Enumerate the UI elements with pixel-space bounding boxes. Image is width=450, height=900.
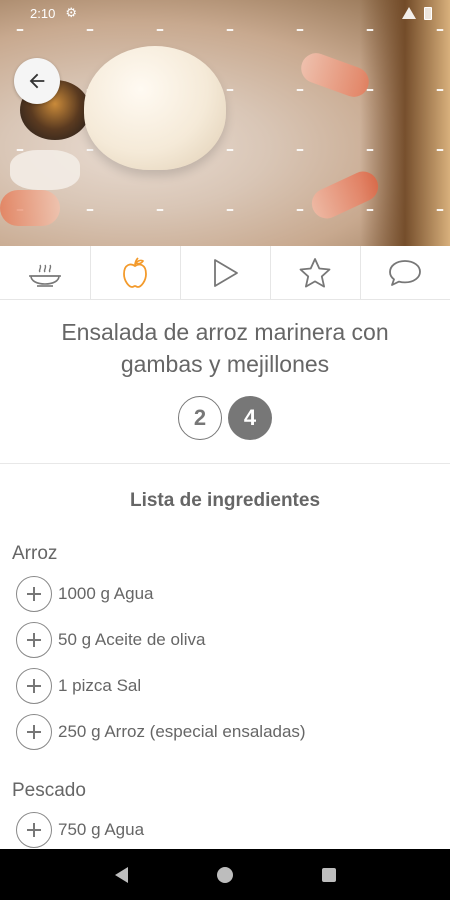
servings-selector: 2 4 — [0, 396, 450, 440]
ingredient-text: 1000 g Agua — [58, 584, 154, 603]
nav-back-icon[interactable] — [114, 866, 128, 883]
tab-play[interactable] — [180, 246, 270, 299]
ingredient-text: 1 pizca Sal — [58, 676, 142, 695]
wifi-icon — [402, 7, 416, 19]
arrow-left-icon — [29, 73, 45, 89]
ingredient-text: 250 g Arroz (especial ensaladas) — [58, 722, 306, 741]
tab-ingredients[interactable] — [90, 246, 180, 299]
tab-comments[interactable] — [360, 246, 450, 299]
servings-option-4[interactable]: 4 — [228, 396, 272, 440]
recipe-title: Ensalada de arroz marinera con gambas y … — [61, 319, 389, 377]
section-heading-arroz: Arroz — [12, 543, 58, 564]
tab-favorite[interactable] — [270, 246, 360, 299]
ingredient-row: 750 g Agua — [16, 812, 144, 848]
ingredient-row: 50 g Aceite de oliva — [16, 622, 205, 658]
servings-option-2[interactable]: 2 — [178, 396, 222, 440]
status-bar: 2:10 ⚙ — [0, 0, 450, 26]
recipe-hero-image — [0, 0, 450, 246]
battery-icon — [424, 6, 432, 20]
add-ingredient-button[interactable] — [16, 668, 52, 704]
divider — [0, 463, 450, 464]
tab-cooking[interactable] — [0, 246, 90, 299]
status-time: 2:10 — [30, 5, 56, 21]
squid-shape — [10, 150, 80, 190]
nav-recents-icon[interactable] — [321, 867, 336, 882]
add-ingredient-button[interactable] — [16, 812, 52, 848]
pot-steam-icon — [29, 264, 61, 287]
add-ingredient-button[interactable] — [16, 576, 52, 612]
add-ingredient-button[interactable] — [16, 714, 52, 750]
chat-bubble-icon — [389, 259, 421, 286]
section-heading-pescado: Pescado — [12, 780, 86, 801]
ingredient-row: 250 g Arroz (especial ensaladas) — [16, 714, 306, 750]
ingredients-list-title: Lista de ingredientes — [129, 490, 321, 511]
star-icon — [299, 257, 331, 287]
shrimp-shape — [0, 190, 60, 226]
gear-icon: ⚙ — [65, 5, 77, 20]
ingredient-text: 750 g Agua — [58, 820, 145, 839]
ingredient-text: 50 g Aceite de oliva — [58, 630, 206, 649]
ingredient-row: 1000 g Agua — [16, 576, 153, 612]
add-ingredient-button[interactable] — [16, 622, 52, 658]
recipe-action-tabs — [0, 246, 450, 300]
system-navigation-bar — [0, 849, 450, 900]
mayonnaise-dollop — [84, 46, 226, 170]
play-icon — [214, 258, 238, 287]
back-button[interactable] — [14, 58, 60, 104]
ingredient-row: 1 pizca Sal — [16, 668, 141, 704]
apple-icon — [123, 256, 147, 288]
nav-home-icon[interactable] — [216, 866, 233, 883]
